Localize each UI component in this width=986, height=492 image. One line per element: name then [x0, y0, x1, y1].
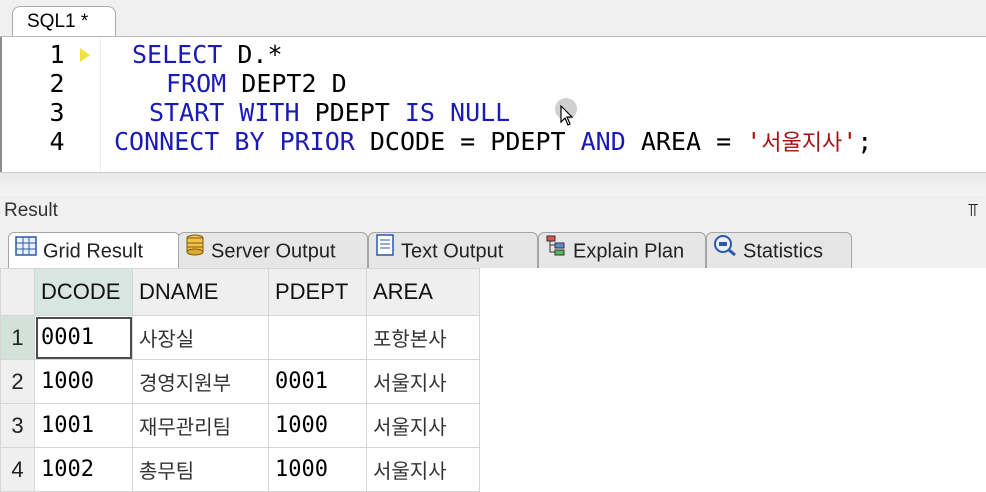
cell-dcode[interactable]: 1002	[34, 447, 133, 492]
cell-pdept[interactable]: 1000	[268, 403, 367, 448]
code-line[interactable]: 4 CONNECT BY PRIOR DCODE = PDEPT AND AREA…	[2, 127, 986, 156]
code-token: ;	[857, 127, 873, 156]
code-token: D.*	[222, 40, 283, 69]
tab-label: Grid Result	[43, 240, 144, 263]
column-header-dname[interactable]: DNAME	[132, 268, 269, 316]
cell-area[interactable]: 포항본사	[366, 315, 480, 360]
column-header-dcode[interactable]: DCODE	[34, 268, 133, 316]
line-number: 1	[49, 40, 65, 69]
table-row[interactable]: 4 1002 총무팀 1000 서울지사	[0, 447, 480, 492]
tab-label: Text Output	[401, 240, 504, 263]
cell-dname[interactable]: 사장실	[132, 315, 269, 360]
code-token: AREA =	[625, 127, 747, 156]
server-output-icon	[185, 232, 205, 268]
cell-dcode[interactable]: 0001	[34, 315, 133, 360]
code-token: AND	[580, 127, 626, 156]
tab-label: Server Output	[211, 240, 336, 263]
tab-grid-result[interactable]: Grid Result	[8, 232, 180, 269]
tab-server-output[interactable]: Server Output	[178, 232, 368, 268]
cell-area[interactable]: 서울지사	[366, 447, 480, 492]
cell-dname[interactable]: 경영지원부	[132, 359, 269, 404]
line-number: 4	[49, 127, 65, 156]
code-token: SELECT	[132, 40, 223, 69]
sql-editor[interactable]: 1 SELECT D.* 2 FROM DEPT2 D 3 START WITH PDEP…	[0, 37, 986, 172]
column-header-pdept[interactable]: PDEPT	[268, 268, 367, 316]
code-token: '	[842, 127, 858, 156]
result-panel-title: Result	[4, 200, 58, 221]
code-text: FROM DEPT2 D	[166, 69, 347, 98]
row-number[interactable]: 4	[0, 447, 35, 492]
code-token: CONNECT BY PRIOR	[114, 127, 355, 156]
tab-text-output[interactable]: Text Output	[368, 232, 538, 268]
cell-dname[interactable]: 총무팀	[132, 447, 269, 492]
result-grid: DCODE DNAME PDEPT AREA 1 0001 사장실 포항본사 2 1000…	[0, 268, 480, 492]
tab-label: Statistics	[743, 240, 824, 263]
code-text: SELECT D.*	[132, 40, 283, 69]
table-row[interactable]: 3 1001 재무관리팀 1000 서울지사	[0, 403, 480, 448]
cell-dcode[interactable]: 1001	[34, 403, 133, 448]
tab-explain-plan[interactable]: Explain Plan	[538, 232, 706, 268]
column-header-area[interactable]: AREA	[366, 268, 480, 316]
tab-statistics[interactable]: Statistics	[706, 232, 852, 268]
cell-area[interactable]: 서울지사	[366, 359, 480, 404]
execution-marker-icon	[80, 48, 90, 62]
cell-pdept[interactable]: 0001	[268, 359, 367, 404]
code-text: START WITH PDEPT IS NULL	[149, 98, 510, 127]
editor-tab-strip: SQL1 *	[0, 0, 986, 37]
code-token: FROM	[166, 69, 227, 98]
code-token: IS NULL	[404, 98, 511, 127]
editor-tab-sql1[interactable]: SQL1 *	[12, 6, 116, 36]
explain-plan-icon	[545, 232, 567, 268]
row-number[interactable]: 1	[0, 315, 35, 360]
table-row[interactable]: 1 0001 사장실 포항본사	[0, 315, 480, 360]
table-row[interactable]: 2 1000 경영지원부 0001 서울지사	[0, 359, 480, 404]
cell-area[interactable]: 서울지사	[366, 403, 480, 448]
row-number[interactable]: 3	[0, 403, 35, 448]
pin-icon[interactable]: ⫪	[968, 200, 978, 221]
line-number: 2	[49, 69, 65, 98]
grid-corner[interactable]	[0, 268, 35, 316]
code-line[interactable]: 2 FROM DEPT2 D	[2, 69, 986, 98]
code-line[interactable]: 3 START WITH PDEPT IS NULL	[2, 98, 986, 127]
code-token: '	[746, 127, 762, 156]
tab-label: Explain Plan	[573, 240, 685, 263]
code-token: START WITH	[149, 98, 300, 127]
code-token: PDEPT	[299, 98, 405, 127]
grid-icon	[15, 232, 37, 268]
cell-pdept[interactable]: 1000	[268, 447, 367, 492]
code-token: DEPT2 D	[226, 69, 347, 98]
line-number: 3	[49, 98, 65, 127]
cell-pdept[interactable]	[268, 315, 367, 360]
cell-dname[interactable]: 재무관리팀	[132, 403, 269, 448]
code-token: DCODE = PDEPT	[354, 127, 581, 156]
statistics-icon	[713, 232, 737, 268]
text-output-icon	[375, 232, 395, 268]
mouse-cursor-icon	[560, 105, 574, 126]
result-panel-header: Result ⫪	[0, 196, 986, 226]
code-token: 서울지사	[761, 131, 843, 156]
row-number[interactable]: 2	[0, 359, 35, 404]
result-grid-area: DCODE DNAME PDEPT AREA 1 0001 사장실 포항본사 2 1000…	[0, 268, 986, 492]
result-tabs: Grid Result Server Output Text Output Ex…	[0, 226, 986, 269]
cell-dcode[interactable]: 1000	[34, 359, 133, 404]
panel-splitter[interactable]	[0, 172, 986, 197]
code-line[interactable]: 1 SELECT D.*	[2, 40, 986, 69]
code-text: CONNECT BY PRIOR DCODE = PDEPT AND AREA …	[114, 127, 872, 158]
